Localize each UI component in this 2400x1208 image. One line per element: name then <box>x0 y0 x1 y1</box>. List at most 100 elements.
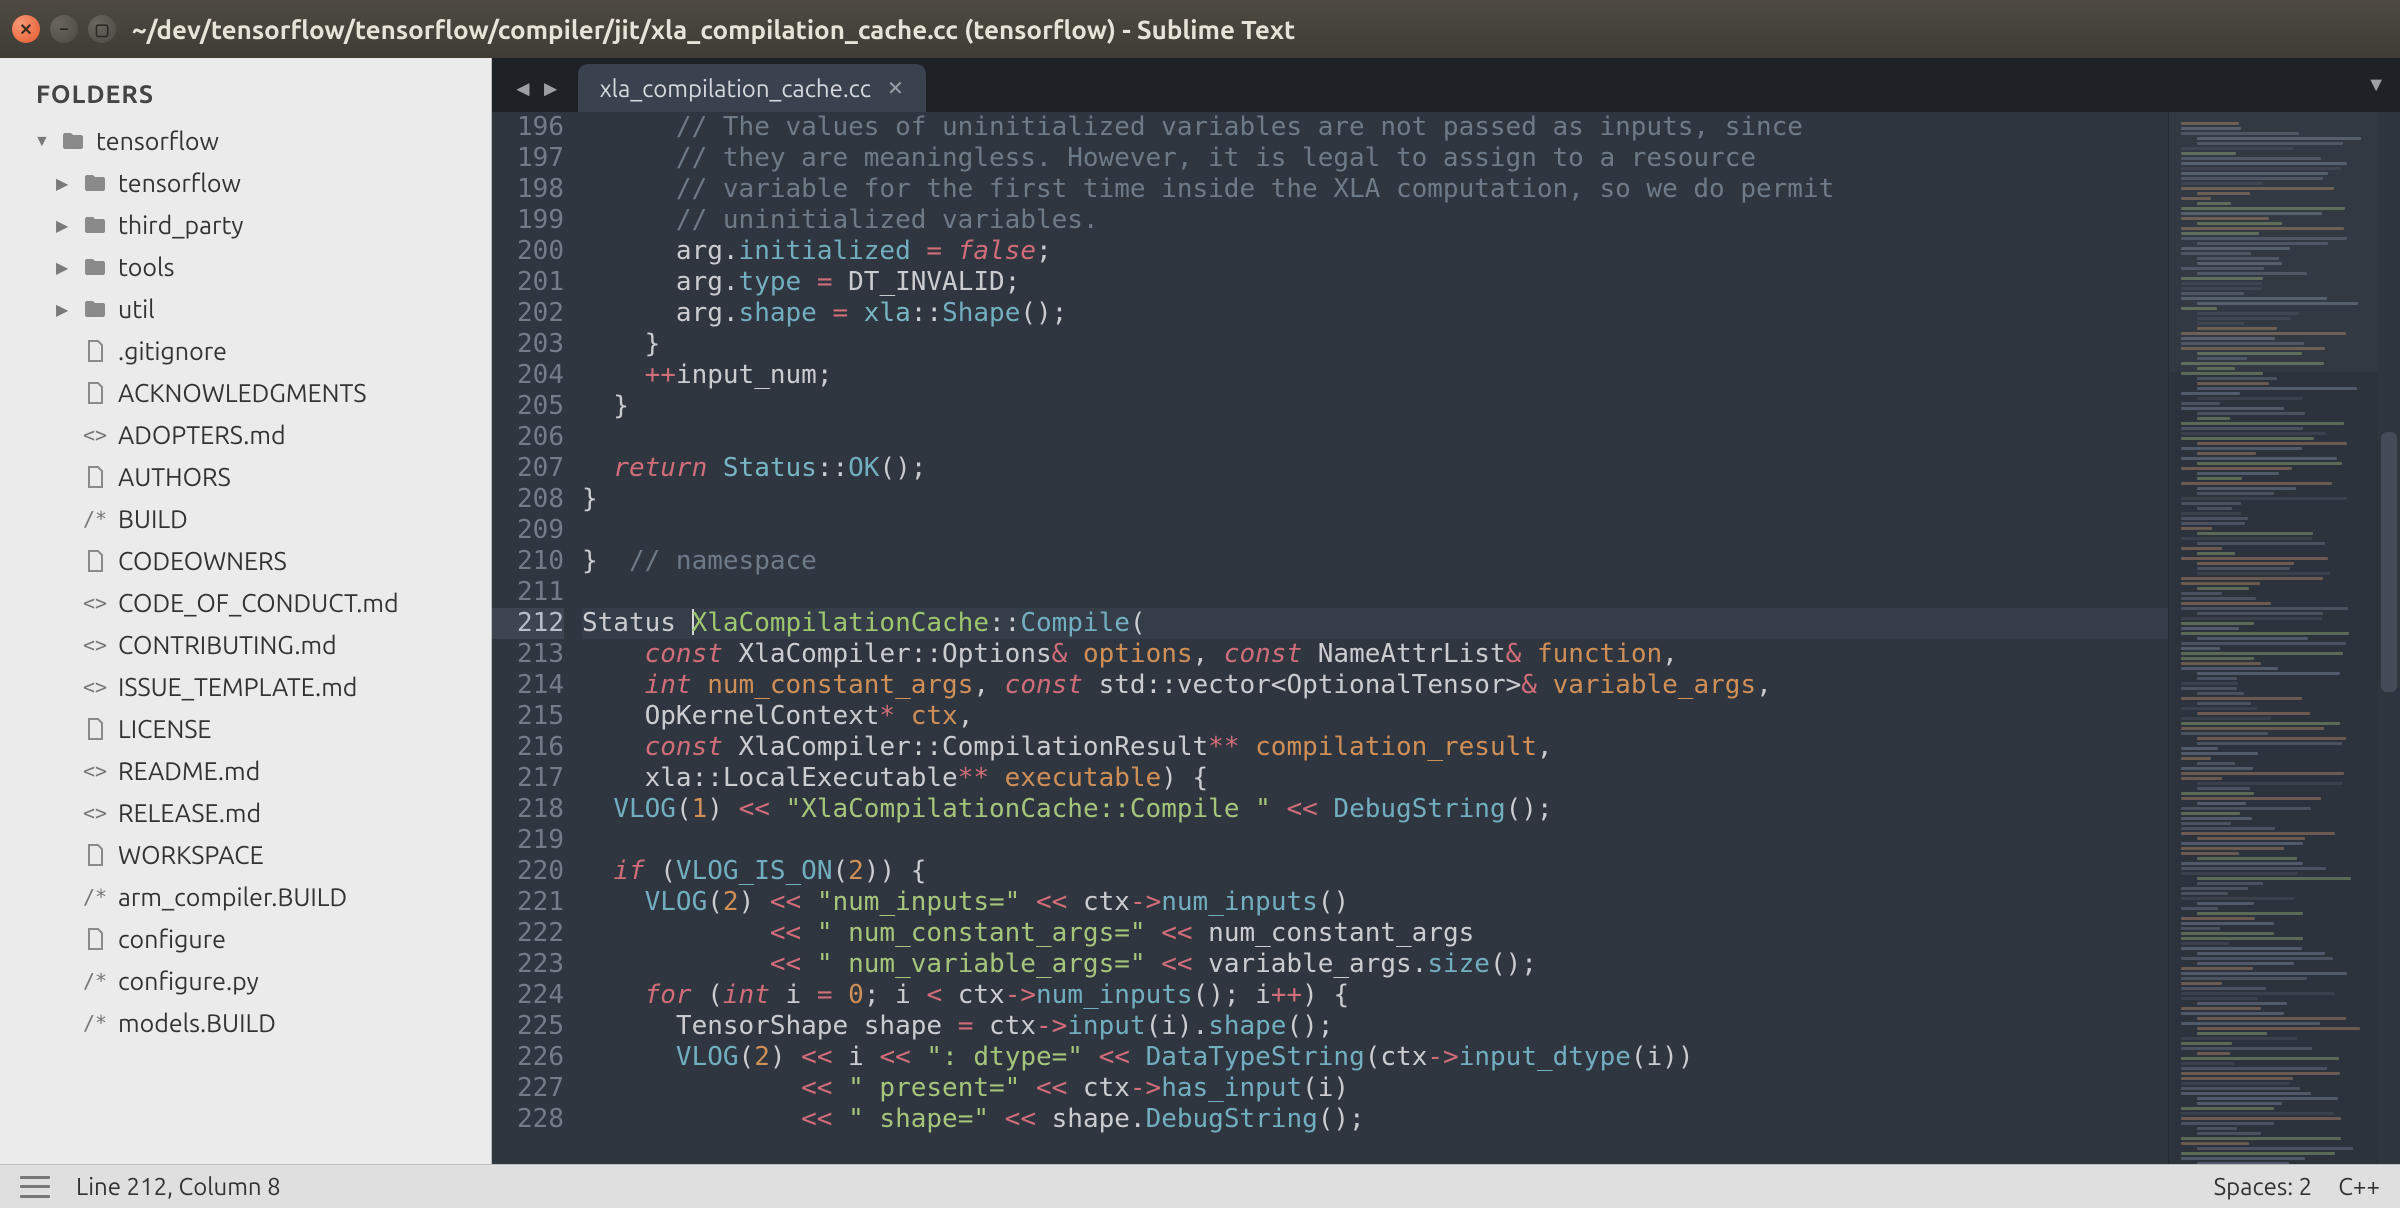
line-number: 197 <box>492 143 564 174</box>
code-line: ++input_num; <box>582 360 2168 391</box>
tree-file[interactable]: AUTHORS <box>0 456 491 498</box>
menu-icon[interactable] <box>20 1176 50 1198</box>
tree-file[interactable]: <>ISSUE_TEMPLATE.md <box>0 666 491 708</box>
tree-file[interactable]: LICENSE <box>0 708 491 750</box>
line-number: 207 <box>492 453 564 484</box>
line-number: 212 <box>492 608 564 639</box>
tab-active[interactable]: xla_compilation_cache.cc ✕ <box>578 64 926 112</box>
file-icon: /* <box>82 506 108 532</box>
tree-item-label: CODEOWNERS <box>118 547 287 575</box>
maximize-icon[interactable]: ▢ <box>88 15 116 43</box>
file-icon <box>82 548 108 574</box>
main-area: FOLDERS ▼tensorflow▶tensorflow▶third_par… <box>0 58 2400 1164</box>
code-line <box>582 825 2168 856</box>
line-number: 208 <box>492 484 564 515</box>
tree-item-label: WORKSPACE <box>118 841 264 869</box>
code-line: arg.initialized = false; <box>582 236 2168 267</box>
sidebar-header: FOLDERS <box>0 58 491 120</box>
status-position[interactable]: Line 212, Column 8 <box>76 1173 281 1200</box>
code-line: << " shape=" << shape.DebugString(); <box>582 1104 2168 1135</box>
status-syntax[interactable]: C++ <box>2338 1173 2380 1200</box>
code-line: VLOG(1) << "XlaCompilationCache::Compile… <box>582 794 2168 825</box>
code-content[interactable]: // The values of uninitialized variables… <box>578 112 2168 1164</box>
status-indentation[interactable]: Spaces: 2 <box>2214 1173 2313 1200</box>
folder-icon <box>60 128 86 154</box>
file-icon: <> <box>82 800 108 826</box>
tab-bar: ◄ ► xla_compilation_cache.cc ✕ ▼ <box>492 58 2400 112</box>
tree-item-label: CONTRIBUTING.md <box>118 631 337 659</box>
tree-folder[interactable]: ▶util <box>0 288 491 330</box>
status-bar: Line 212, Column 8 Spaces: 2 C++ <box>0 1164 2400 1208</box>
minimize-icon[interactable]: – <box>50 15 78 43</box>
tree-file[interactable]: /* BUILD <box>0 498 491 540</box>
code-line: const XlaCompiler::Options& options, con… <box>582 639 2168 670</box>
tab-close-icon[interactable]: ✕ <box>887 76 904 100</box>
tree-file[interactable]: <> CONTRIBUTING.md <box>0 624 491 666</box>
tree-file[interactable]: <>CODE_OF_CONDUCT.md <box>0 582 491 624</box>
code-line: TensorShape shape = ctx->input(i).shape(… <box>582 1011 2168 1042</box>
nav-forward-icon[interactable]: ► <box>540 76 562 102</box>
tree-item-label: third_party <box>118 211 243 239</box>
tree-item-label: RELEASE.md <box>118 799 261 827</box>
code-line: arg.type = DT_INVALID; <box>582 267 2168 298</box>
tab-menu-icon[interactable]: ▼ <box>2366 72 2386 97</box>
line-number: 213 <box>492 639 564 670</box>
line-number: 202 <box>492 298 564 329</box>
minimap-viewport[interactable] <box>2169 112 2378 372</box>
close-icon[interactable]: ✕ <box>12 15 40 43</box>
file-icon: <> <box>82 590 108 616</box>
tree-file[interactable]: <>README.md <box>0 750 491 792</box>
line-number: 218 <box>492 794 564 825</box>
tab-history-nav: ◄ ► <box>500 76 578 112</box>
folder-tree: ▼tensorflow▶tensorflow▶third_party▶tools… <box>0 120 491 1164</box>
file-icon <box>82 926 108 952</box>
minimap[interactable] <box>2168 112 2378 1164</box>
line-number: 221 <box>492 887 564 918</box>
line-number: 219 <box>492 825 564 856</box>
code-line: int num_constant_args, const std::vector… <box>582 670 2168 701</box>
tree-item-label: BUILD <box>118 505 188 533</box>
window-controls: ✕ – ▢ <box>12 15 116 43</box>
tree-folder[interactable]: ▶tools <box>0 246 491 288</box>
window-title: ~/dev/tensorflow/tensorflow/compiler/jit… <box>132 15 1295 44</box>
file-icon: /* <box>82 968 108 994</box>
code-line: } <box>582 484 2168 515</box>
code-line: const XlaCompiler::CompilationResult** c… <box>582 732 2168 763</box>
line-number: 222 <box>492 918 564 949</box>
tree-item-label: configure.py <box>118 967 259 995</box>
code-line: for (int i = 0; i < ctx->num_inputs(); i… <box>582 980 2168 1011</box>
line-number: 211 <box>492 577 564 608</box>
line-number: 200 <box>492 236 564 267</box>
code-line: } // namespace <box>582 546 2168 577</box>
disclosure-icon: ▶ <box>56 174 72 193</box>
file-icon <box>82 380 108 406</box>
tree-file[interactable]: CODEOWNERS <box>0 540 491 582</box>
code-line: xla::LocalExecutable** executable) { <box>582 763 2168 794</box>
tree-file[interactable]: ACKNOWLEDGMENTS <box>0 372 491 414</box>
tree-file[interactable]: <>ADOPTERS.md <box>0 414 491 456</box>
window-titlebar: ✕ – ▢ ~/dev/tensorflow/tensorflow/compil… <box>0 0 2400 58</box>
tree-item-label: models.BUILD <box>118 1009 276 1037</box>
code-line: // variable for the first time inside th… <box>582 174 2168 205</box>
tree-file[interactable]: /* configure.py <box>0 960 491 1002</box>
tree-file[interactable]: configure <box>0 918 491 960</box>
file-icon: <> <box>82 422 108 448</box>
vertical-scrollbar[interactable] <box>2378 112 2400 1164</box>
code-line: VLOG(2) << "num_inputs=" << ctx->num_inp… <box>582 887 2168 918</box>
nav-back-icon[interactable]: ◄ <box>512 76 534 102</box>
tree-file[interactable]: /*models.BUILD <box>0 1002 491 1044</box>
code-line: Status XlaCompilationCache::Compile( <box>582 608 2168 639</box>
tree-file[interactable]: WORKSPACE <box>0 834 491 876</box>
line-number: 217 <box>492 763 564 794</box>
file-icon: <> <box>82 632 108 658</box>
tree-file[interactable]: <> RELEASE.md <box>0 792 491 834</box>
folder-icon <box>82 254 108 280</box>
tree-file[interactable]: /*arm_compiler.BUILD <box>0 876 491 918</box>
tree-folder[interactable]: ▶tensorflow <box>0 162 491 204</box>
line-number: 205 <box>492 391 564 422</box>
scroll-thumb[interactable] <box>2381 432 2397 692</box>
tree-folder[interactable]: ▶third_party <box>0 204 491 246</box>
tree-item-label: util <box>118 295 155 323</box>
tree-file[interactable]: .gitignore <box>0 330 491 372</box>
tree-folder[interactable]: ▼tensorflow <box>0 120 491 162</box>
